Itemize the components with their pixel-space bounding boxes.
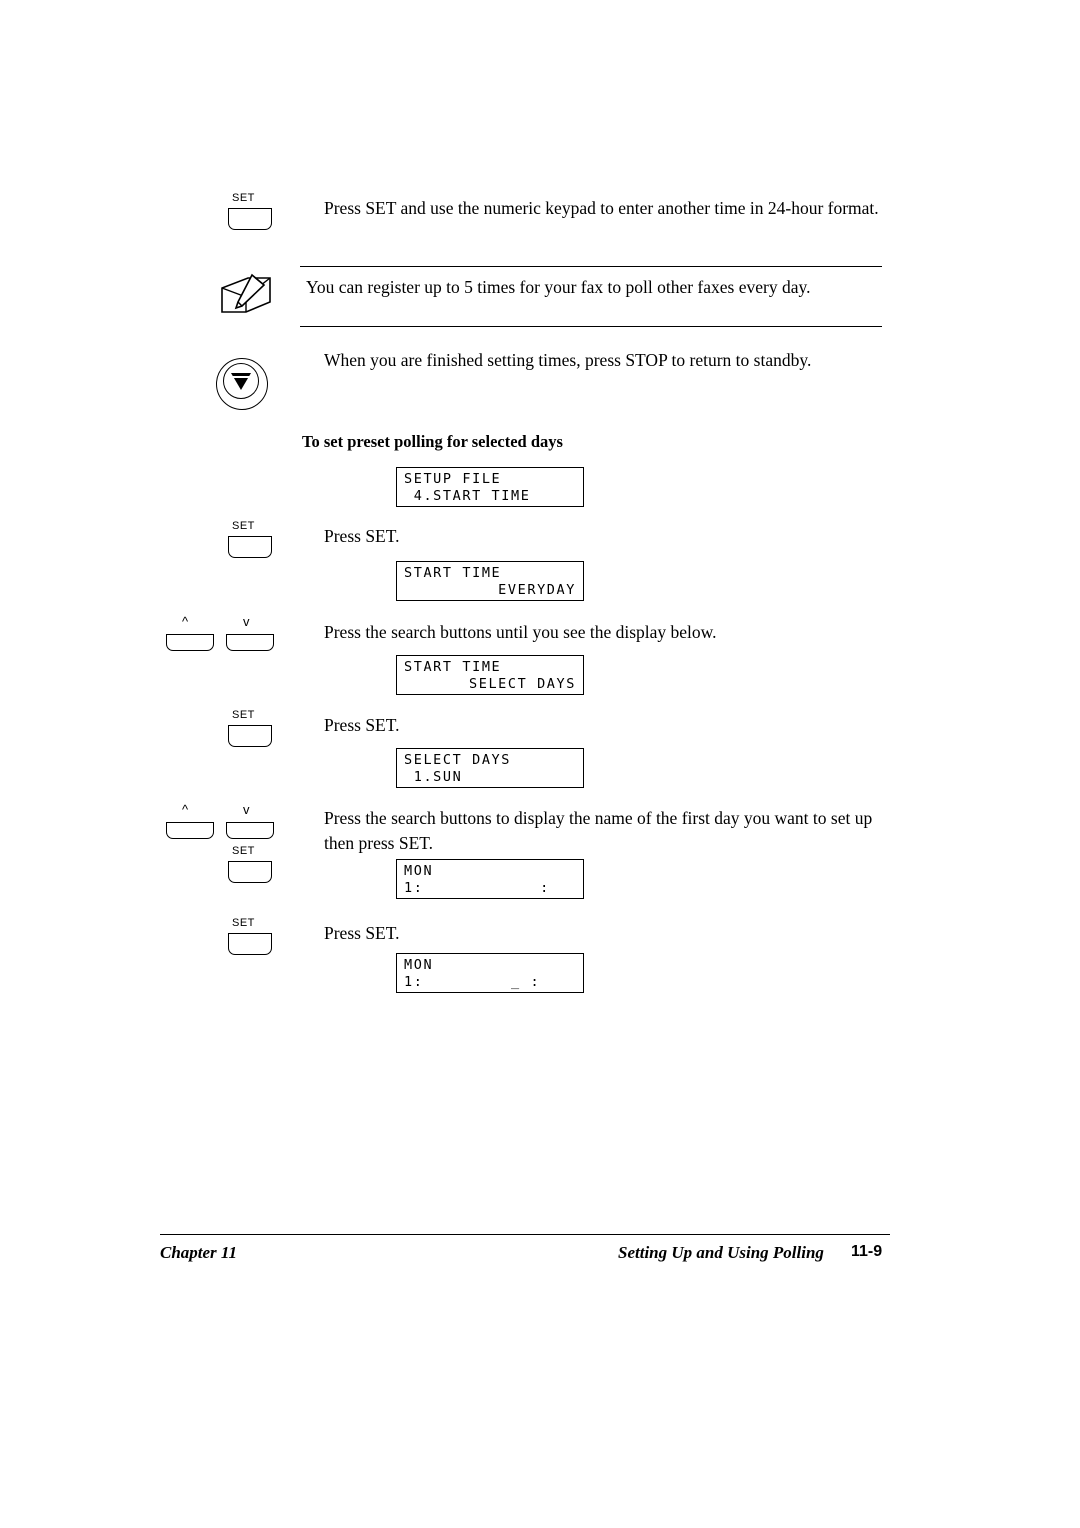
stop-key-row [216, 358, 270, 412]
lcd-line-2: 1.SUN [404, 769, 463, 785]
lcd-line-2: EVERYDAY [498, 582, 576, 598]
set-key-icon[interactable]: SET [228, 917, 274, 959]
step-set-key-1: SET [228, 192, 274, 234]
section-heading: To set preset polling for selected days [302, 432, 563, 451]
instruction-5: Press SET. [324, 923, 400, 943]
lcd-line-2: 1: : [404, 880, 550, 896]
set-key-icon[interactable]: SET [228, 845, 274, 887]
step-1-text: Press SET and use the numeric keypad to … [324, 198, 879, 218]
set-key-cap [228, 725, 272, 747]
set-key-row-4: SET [228, 845, 274, 887]
instruction-4: Press the search buttons to display the … [324, 808, 873, 853]
lcd-line-2: 1: _ : [404, 974, 541, 990]
instruction-2: Press the search buttons until you see t… [324, 622, 717, 642]
lcd-line-1: START TIME [404, 659, 502, 675]
note-bottom-rule [300, 326, 882, 328]
footer-chapter: Chapter 11 [160, 1243, 237, 1262]
lcd-line-2: SELECT DAYS [468, 676, 576, 692]
instruction-1: Press SET. [324, 526, 400, 546]
lcd-display-mon-1: MON 1: : [396, 859, 584, 899]
set-key-cap [228, 933, 272, 955]
set-key-label: SET [232, 192, 255, 204]
lcd-line-1: START TIME [404, 565, 502, 581]
search-key-right-cap[interactable] [226, 822, 274, 839]
search-keys-row-2: ^ v [166, 802, 284, 844]
set-key-row-2: SET [228, 520, 274, 562]
arrow-down-icon: v [243, 802, 250, 817]
footer-rule [160, 1234, 890, 1236]
lcd-line-1: SETUP FILE [404, 471, 502, 487]
step-2-text: You can register up to 5 times for your … [306, 277, 811, 297]
footer-page-number: 11-9 [851, 1243, 883, 1260]
set-key-cap [228, 861, 272, 883]
set-key-label: SET [232, 917, 255, 929]
search-key-right-cap[interactable] [226, 634, 274, 651]
set-key-label: SET [232, 845, 255, 857]
lcd-line-1: SELECT DAYS [404, 752, 512, 768]
step-3-text: When you are finished setting times, pre… [324, 350, 812, 370]
set-key-icon[interactable]: SET [228, 192, 274, 234]
set-key-cap [228, 208, 272, 230]
page: SET Press SET and use the numeric keypad… [0, 0, 1080, 1528]
note-pencil-icon [218, 272, 276, 323]
search-keys-row-1: ^ v [166, 614, 284, 656]
lcd-display-mon-2: MON 1: _ : [396, 953, 584, 993]
lcd-line-2: 4.START TIME [404, 488, 531, 504]
lcd-display-start-time-everyday: START TIME EVERYDAY [396, 561, 584, 601]
set-key-row-3: SET [228, 709, 274, 751]
stop-key-icon[interactable] [216, 358, 270, 412]
lcd-display-start-time-select-days: START TIME SELECT DAYS [396, 655, 584, 695]
arrow-up-icon: ^ [182, 802, 189, 817]
instruction-3: Press SET. [324, 715, 400, 735]
arrow-up-icon: ^ [182, 614, 189, 629]
note-top-rule [300, 266, 882, 268]
search-key-left-cap[interactable] [166, 822, 214, 839]
set-key-cap [228, 536, 272, 558]
set-key-icon[interactable]: SET [228, 709, 274, 751]
lcd-line-1: MON [404, 863, 434, 879]
lcd-line-1: MON [404, 957, 434, 973]
lcd-display-select-days: SELECT DAYS 1.SUN [396, 748, 584, 788]
search-keys-icon[interactable]: ^ v [166, 614, 284, 656]
set-key-label: SET [232, 709, 255, 721]
arrow-down-icon: v [243, 614, 250, 629]
set-key-row-5: SET [228, 917, 274, 959]
search-key-left-cap[interactable] [166, 634, 214, 651]
search-keys-icon[interactable]: ^ v [166, 802, 284, 844]
set-key-label: SET [232, 520, 255, 532]
lcd-display-setup-file: SETUP FILE 4.START TIME [396, 467, 584, 507]
set-key-icon[interactable]: SET [228, 520, 274, 562]
stop-key-bar [230, 376, 250, 379]
footer-title: Setting Up and Using Polling [618, 1243, 824, 1262]
